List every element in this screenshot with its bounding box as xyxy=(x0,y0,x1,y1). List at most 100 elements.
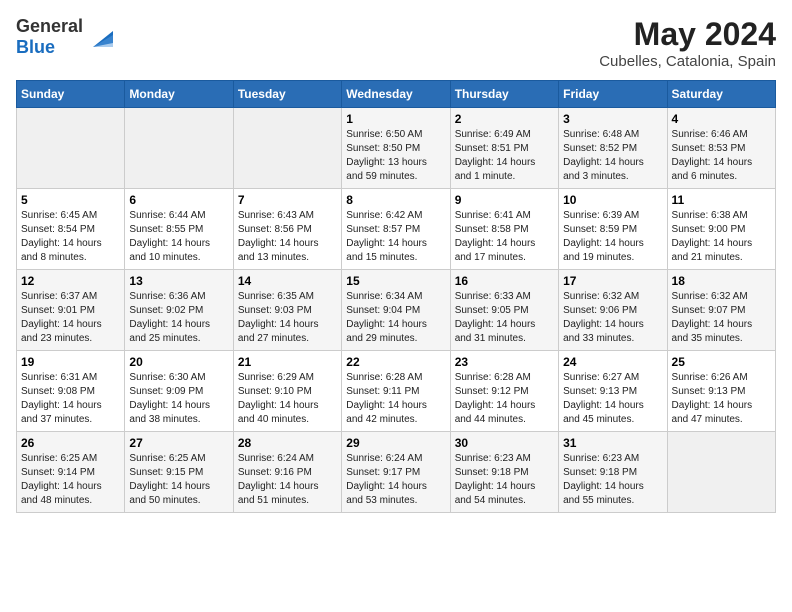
calendar-cell: 10Sunrise: 6:39 AMSunset: 8:59 PMDayligh… xyxy=(559,189,667,270)
main-title: May 2024 xyxy=(599,16,776,53)
calendar-body: 1Sunrise: 6:50 AMSunset: 8:50 PMDaylight… xyxy=(17,108,776,513)
calendar-cell: 1Sunrise: 6:50 AMSunset: 8:50 PMDaylight… xyxy=(342,108,450,189)
day-number: 16 xyxy=(455,274,554,288)
day-number: 13 xyxy=(129,274,228,288)
day-info: Sunrise: 6:23 AMSunset: 9:18 PMDaylight:… xyxy=(455,452,554,508)
header-tuesday: Tuesday xyxy=(233,81,341,108)
header-friday: Friday xyxy=(559,81,667,108)
calendar-cell: 24 Sunrise: 6:27 AMSunset: 9:13 PMDayligh… xyxy=(559,351,667,432)
day-info: Sunrise: 6:37 AMSunset: 9:01 PMDaylight:… xyxy=(21,290,120,346)
calendar-cell: 4 Sunrise: 6:46 AMSunset: 8:53 PMDaylight… xyxy=(667,108,775,189)
calendar-cell: 16Sunrise: 6:33 AMSunset: 9:05 PMDayligh… xyxy=(450,270,558,351)
calendar-cell: 19 Sunrise: 6:31 AMSunset: 9:08 PMDayligh… xyxy=(17,351,125,432)
day-number: 7 xyxy=(238,193,337,207)
calendar-header: SundayMondayTuesdayWednesdayThursdayFrid… xyxy=(17,81,776,108)
day-info: Sunrise: 6:34 AMSunset: 9:04 PMDaylight:… xyxy=(346,290,445,346)
header-wednesday: Wednesday xyxy=(342,81,450,108)
calendar-cell: 27 Sunrise: 6:25 AMSunset: 9:15 PMDayligh… xyxy=(125,432,233,513)
header-monday: Monday xyxy=(125,81,233,108)
day-number: 19 xyxy=(21,355,120,369)
day-number: 27 xyxy=(129,436,228,450)
calendar-cell: 28Sunrise: 6:24 AMSunset: 9:16 PMDayligh… xyxy=(233,432,341,513)
day-number: 25 xyxy=(672,355,771,369)
calendar-cell xyxy=(233,108,341,189)
day-info: Sunrise: 6:29 AMSunset: 9:10 PMDaylight:… xyxy=(238,371,337,427)
header-thursday: Thursday xyxy=(450,81,558,108)
calendar-cell: 18Sunrise: 6:32 AMSunset: 9:07 PMDayligh… xyxy=(667,270,775,351)
calendar-cell: 29 Sunrise: 6:24 AMSunset: 9:17 PMDayligh… xyxy=(342,432,450,513)
header-sunday: Sunday xyxy=(17,81,125,108)
week-row-2: 5 Sunrise: 6:45 AMSunset: 8:54 PMDaylight… xyxy=(17,189,776,270)
days-of-week-row: SundayMondayTuesdayWednesdayThursdayFrid… xyxy=(17,81,776,108)
calendar-cell xyxy=(17,108,125,189)
day-info: Sunrise: 6:27 AMSunset: 9:13 PMDaylight:… xyxy=(563,371,662,427)
calendar-cell: 7 Sunrise: 6:43 AMSunset: 8:56 PMDaylight… xyxy=(233,189,341,270)
day-info: Sunrise: 6:25 AMSunset: 9:15 PMDaylight:… xyxy=(129,452,228,508)
calendar-cell: 3Sunrise: 6:48 AMSunset: 8:52 PMDaylight… xyxy=(559,108,667,189)
calendar-cell: 2Sunrise: 6:49 AMSunset: 8:51 PMDaylight… xyxy=(450,108,558,189)
day-number: 23 xyxy=(455,355,554,369)
day-number: 24 xyxy=(563,355,662,369)
day-info: Sunrise: 6:45 AMSunset: 8:54 PMDaylight:… xyxy=(21,209,120,265)
title-block: May 2024 Cubelles, Catalonia, Spain xyxy=(599,16,776,70)
day-info: Sunrise: 6:42 AMSunset: 8:57 PMDaylight:… xyxy=(346,209,445,265)
day-info: Sunrise: 6:32 AMSunset: 9:06 PMDaylight:… xyxy=(563,290,662,346)
day-info: Sunrise: 6:35 AMSunset: 9:03 PMDaylight:… xyxy=(238,290,337,346)
day-info: Sunrise: 6:24 AMSunset: 9:17 PMDaylight:… xyxy=(346,452,445,508)
day-number: 4 xyxy=(672,112,771,126)
day-info: Sunrise: 6:23 AMSunset: 9:18 PMDaylight:… xyxy=(563,452,662,508)
week-row-3: 12Sunrise: 6:37 AMSunset: 9:01 PMDayligh… xyxy=(17,270,776,351)
calendar-cell: 25 Sunrise: 6:26 AMSunset: 9:13 PMDayligh… xyxy=(667,351,775,432)
day-info: Sunrise: 6:50 AMSunset: 8:50 PMDaylight:… xyxy=(346,128,445,184)
day-number: 30 xyxy=(455,436,554,450)
day-info: Sunrise: 6:43 AMSunset: 8:56 PMDaylight:… xyxy=(238,209,337,265)
calendar-cell xyxy=(125,108,233,189)
calendar-cell: 14Sunrise: 6:35 AMSunset: 9:03 PMDayligh… xyxy=(233,270,341,351)
calendar-cell: 15 Sunrise: 6:34 AMSunset: 9:04 PMDayligh… xyxy=(342,270,450,351)
calendar-cell: 31 Sunrise: 6:23 AMSunset: 9:18 PMDayligh… xyxy=(559,432,667,513)
day-number: 3 xyxy=(563,112,662,126)
day-number: 22 xyxy=(346,355,445,369)
calendar-cell xyxy=(667,432,775,513)
calendar-table: SundayMondayTuesdayWednesdayThursdayFrid… xyxy=(16,80,776,513)
calendar-cell: 30 Sunrise: 6:23 AMSunset: 9:18 PMDayligh… xyxy=(450,432,558,513)
day-info: Sunrise: 6:28 AMSunset: 9:12 PMDaylight:… xyxy=(455,371,554,427)
day-number: 15 xyxy=(346,274,445,288)
calendar-cell: 6 Sunrise: 6:44 AMSunset: 8:55 PMDaylight… xyxy=(125,189,233,270)
day-info: Sunrise: 6:25 AMSunset: 9:14 PMDaylight:… xyxy=(21,452,120,508)
calendar-cell: 11Sunrise: 6:38 AMSunset: 9:00 PMDayligh… xyxy=(667,189,775,270)
calendar-cell: 26Sunrise: 6:25 AMSunset: 9:14 PMDayligh… xyxy=(17,432,125,513)
calendar-cell: 22 Sunrise: 6:28 AMSunset: 9:11 PMDayligh… xyxy=(342,351,450,432)
calendar-cell: 17 Sunrise: 6:32 AMSunset: 9:06 PMDayligh… xyxy=(559,270,667,351)
header-saturday: Saturday xyxy=(667,81,775,108)
calendar-cell: 23 Sunrise: 6:28 AMSunset: 9:12 PMDayligh… xyxy=(450,351,558,432)
day-info: Sunrise: 6:31 AMSunset: 9:08 PMDaylight:… xyxy=(21,371,120,427)
day-info: Sunrise: 6:32 AMSunset: 9:07 PMDaylight:… xyxy=(672,290,771,346)
day-info: Sunrise: 6:49 AMSunset: 8:51 PMDaylight:… xyxy=(455,128,554,184)
day-info: Sunrise: 6:44 AMSunset: 8:55 PMDaylight:… xyxy=(129,209,228,265)
logo-icon xyxy=(85,23,113,51)
calendar-cell: 21Sunrise: 6:29 AMSunset: 9:10 PMDayligh… xyxy=(233,351,341,432)
day-number: 29 xyxy=(346,436,445,450)
day-number: 31 xyxy=(563,436,662,450)
logo-text: General Blue xyxy=(16,16,83,58)
calendar-cell: 9Sunrise: 6:41 AMSunset: 8:58 PMDaylight… xyxy=(450,189,558,270)
day-info: Sunrise: 6:39 AMSunset: 8:59 PMDaylight:… xyxy=(563,209,662,265)
logo-general: General xyxy=(16,16,83,36)
calendar-cell: 12Sunrise: 6:37 AMSunset: 9:01 PMDayligh… xyxy=(17,270,125,351)
day-number: 17 xyxy=(563,274,662,288)
week-row-1: 1Sunrise: 6:50 AMSunset: 8:50 PMDaylight… xyxy=(17,108,776,189)
day-number: 8 xyxy=(346,193,445,207)
day-info: Sunrise: 6:46 AMSunset: 8:53 PMDaylight:… xyxy=(672,128,771,184)
day-info: Sunrise: 6:36 AMSunset: 9:02 PMDaylight:… xyxy=(129,290,228,346)
week-row-5: 26Sunrise: 6:25 AMSunset: 9:14 PMDayligh… xyxy=(17,432,776,513)
day-number: 6 xyxy=(129,193,228,207)
day-info: Sunrise: 6:30 AMSunset: 9:09 PMDaylight:… xyxy=(129,371,228,427)
day-info: Sunrise: 6:24 AMSunset: 9:16 PMDaylight:… xyxy=(238,452,337,508)
day-number: 9 xyxy=(455,193,554,207)
calendar-cell: 8 Sunrise: 6:42 AMSunset: 8:57 PMDaylight… xyxy=(342,189,450,270)
day-info: Sunrise: 6:28 AMSunset: 9:11 PMDaylight:… xyxy=(346,371,445,427)
day-number: 5 xyxy=(21,193,120,207)
logo-blue: Blue xyxy=(16,37,55,57)
day-info: Sunrise: 6:26 AMSunset: 9:13 PMDaylight:… xyxy=(672,371,771,427)
